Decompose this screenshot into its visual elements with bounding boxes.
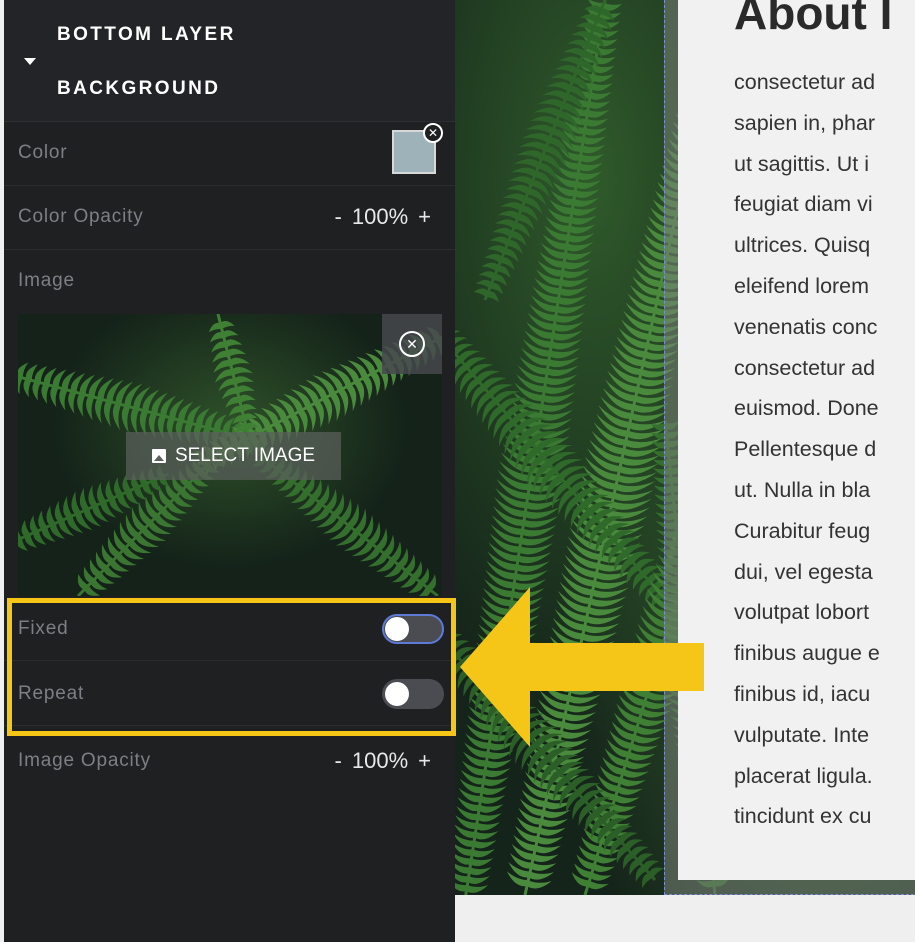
header-title-line-1: BOTTOM LAYER <box>57 24 236 45</box>
body-line: consectetur ad <box>734 70 876 94</box>
image-opacity-decrease-button[interactable]: - <box>331 748 346 774</box>
body-line: vulputate. Inte <box>734 722 870 747</box>
color-opacity-increase-button[interactable]: + <box>414 204 435 230</box>
body-line: euismod. Done <box>734 396 879 421</box>
color-opacity-value: 100% <box>351 204 409 229</box>
background-settings-panel: BOTTOM LAYER BACKGROUND Color Color Opac… <box>4 0 455 942</box>
image-opacity-stepper: - 100% + <box>331 748 435 774</box>
color-opacity-decrease-button[interactable]: - <box>331 204 346 230</box>
about-heading: About I <box>734 0 893 39</box>
color-label: Color <box>18 142 68 163</box>
body-paragraph: consectetur ad sapien in, phar ut sagittis… <box>734 62 915 837</box>
body-line: feugiat diam vi <box>734 192 873 217</box>
image-opacity-increase-button[interactable]: + <box>414 748 435 774</box>
body-line: finibus augue e <box>734 641 880 666</box>
image-label: Image <box>18 270 75 291</box>
panel-header[interactable]: BOTTOM LAYER BACKGROUND <box>4 0 455 122</box>
content-card: About I consectetur ad sapien in, phar ut … <box>678 0 915 880</box>
page-bottom-strip <box>455 895 915 942</box>
image-opacity-row: Image Opacity - 100% + <box>4 728 455 792</box>
clear-x-icon[interactable]: ✕ <box>423 123 443 143</box>
image-row: Image <box>4 250 455 314</box>
arrow-left-icon <box>460 587 704 747</box>
preview-fern-frond <box>208 314 259 435</box>
header-title-line-2: BACKGROUND <box>57 78 221 99</box>
color-row: Color <box>4 122 455 186</box>
caret-down-icon[interactable] <box>24 58 36 65</box>
remove-image-icon: ✕ <box>399 331 425 357</box>
color-opacity-label: Color Opacity <box>18 206 144 227</box>
highlight-frame <box>7 598 456 736</box>
remove-image-button[interactable]: ✕ <box>382 314 442 374</box>
body-line: finibus id, iacu <box>734 681 871 706</box>
body-line: venenatis conc <box>734 314 878 339</box>
image-icon <box>151 449 166 463</box>
color-opacity-row: Color Opacity - 100% + <box>4 186 455 250</box>
image-opacity-value: 100% <box>351 748 409 773</box>
body-line: sapien in, phar <box>734 110 876 135</box>
body-line: volutpat lobort <box>734 600 870 625</box>
select-image-label: SELECT IMAGE <box>174 445 316 466</box>
body-line: eleifend lorem <box>734 273 870 298</box>
image-opacity-label: Image Opacity <box>18 750 151 771</box>
image-preview[interactable]: ✕ SELECT IMAGE <box>18 314 442 596</box>
body-line: Pellentesque d <box>734 437 877 462</box>
body-line: tincidunt ex cu <box>734 804 872 829</box>
body-line: ultrices. Quisq <box>734 233 871 258</box>
color-opacity-stepper: - 100% + <box>331 204 435 230</box>
select-image-button[interactable]: SELECT IMAGE <box>126 432 341 480</box>
body-line: consectetur ad <box>734 355 876 380</box>
body-line: Curabitur feug <box>734 518 871 543</box>
body-line: placerat ligula. <box>734 763 873 788</box>
body-line: ut sagittis. Ut i <box>734 151 870 176</box>
body-line: ut. Nulla in bla <box>734 477 871 502</box>
body-line: dui, vel egesta <box>734 559 873 584</box>
